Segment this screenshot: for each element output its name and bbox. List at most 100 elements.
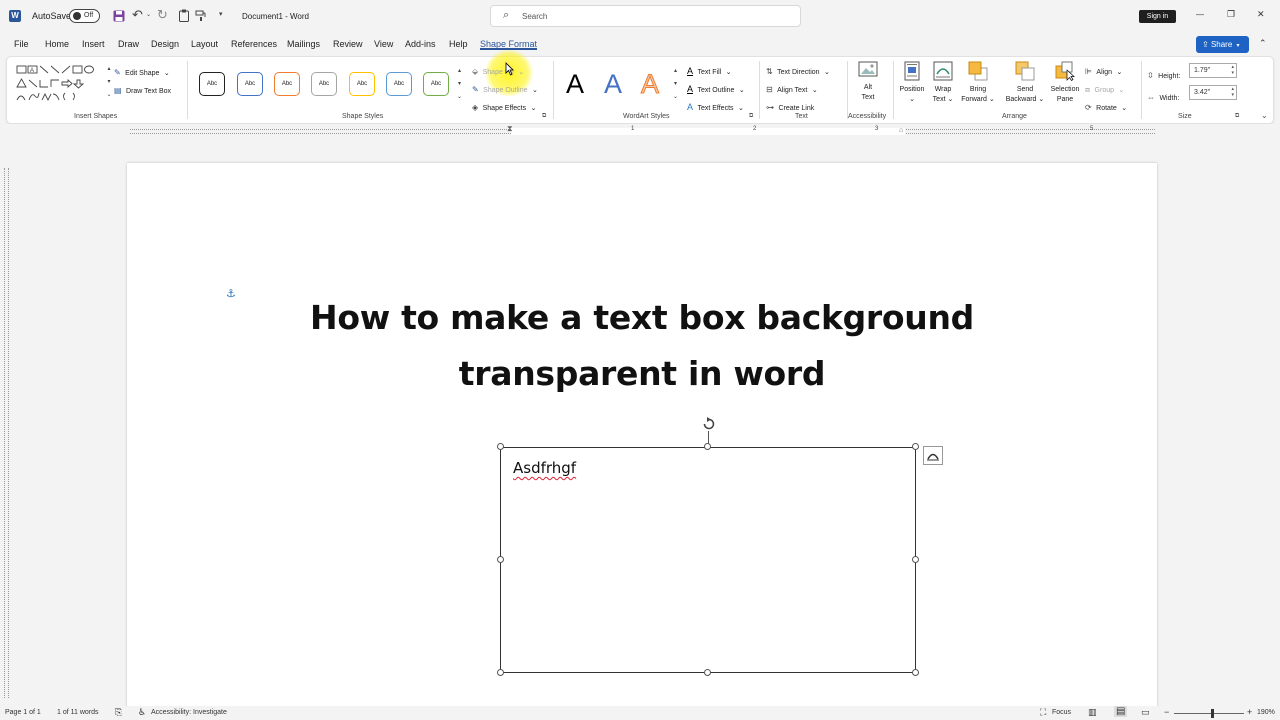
shape-styles-launcher-icon[interactable]: ⧉ [542, 113, 546, 120]
paste-icon[interactable] [179, 9, 189, 22]
tab-view[interactable]: View [374, 39, 393, 49]
shape-style-6[interactable]: Abc [386, 72, 412, 96]
height-input[interactable]: 1.79" ▴ ▾ [1189, 63, 1237, 78]
size-launcher-icon[interactable]: ⧉ [1235, 113, 1239, 120]
shapes-scroll[interactable]: ▴ ▾ ⌄ [106, 63, 112, 105]
tab-insert[interactable]: Insert [82, 39, 105, 49]
zoom-level[interactable]: 190% [1257, 709, 1275, 716]
shape-style-3[interactable]: Abc [274, 72, 300, 96]
shape-style-5[interactable]: Abc [349, 72, 375, 96]
wordart-launcher-icon[interactable]: ⧉ [749, 113, 753, 120]
restore-icon[interactable]: ❐ [1227, 9, 1235, 20]
zoom-slider[interactable] [1174, 709, 1244, 718]
autosave-toggle[interactable]: Off [69, 9, 100, 23]
tab-help[interactable]: Help [449, 39, 468, 49]
undo-dropdown-icon[interactable]: ⌄ [146, 11, 151, 18]
shape-style-7[interactable]: Abc [423, 72, 449, 96]
word-count[interactable]: 1 of 11 words [57, 709, 99, 716]
resize-handle-bottom-middle[interactable] [704, 669, 711, 676]
align-text-button[interactable]: ⊟ Align Text ⌄ [766, 79, 818, 97]
text-box-icon: ▤ [114, 86, 122, 95]
read-mode-icon[interactable]: ▥ [1088, 707, 1097, 718]
focus-icon[interactable]: ⛶ [1040, 707, 1046, 718]
search-box[interactable]: ⌕ Search [490, 5, 801, 27]
resize-handle-top-left[interactable] [497, 443, 504, 450]
text-box[interactable] [500, 447, 916, 673]
tab-home[interactable]: Home [45, 39, 69, 49]
collapse-ribbon-icon[interactable]: ⌃ [1259, 38, 1267, 49]
group-button[interactable]: ⧈ Group ⌄ [1085, 79, 1124, 97]
save-icon[interactable] [113, 10, 125, 22]
rotate-button[interactable]: ⟳ Rotate ⌄ [1085, 97, 1127, 115]
share-button[interactable]: ⇪ Share ▾ [1196, 36, 1249, 53]
shape-style-2[interactable]: Abc [237, 72, 263, 96]
tab-add-ins[interactable]: Add-ins [405, 39, 436, 49]
selection-pane-button[interactable]: Selection Pane [1047, 61, 1083, 105]
minimize-icon[interactable]: — [1196, 10, 1204, 19]
text-effects-button[interactable]: A Text Effects ⌄ [687, 97, 744, 115]
resize-handle-top-middle[interactable] [704, 443, 711, 450]
resize-handle-middle-right[interactable] [912, 556, 919, 563]
redo-icon[interactable]: ↻ [157, 7, 168, 23]
tab-file[interactable]: File [14, 39, 29, 49]
shape-style-4[interactable]: Abc [311, 72, 337, 96]
shapes-gallery[interactable]: A [15, 63, 107, 105]
send-backward-label-1: Send [1016, 86, 1034, 93]
ribbon-collapse-icon[interactable]: ⌄ [1261, 111, 1268, 120]
customize-qat-icon[interactable]: ▾ [219, 10, 223, 18]
tab-review[interactable]: Review [333, 39, 363, 49]
group-label: Group [1094, 87, 1115, 94]
resize-handle-top-right[interactable] [912, 443, 919, 450]
web-layout-icon[interactable]: ▭ [1141, 707, 1150, 718]
text-fill-button[interactable]: A Text Fill ⌄ [687, 61, 732, 79]
layout-options-button[interactable] [923, 446, 943, 465]
wordart-style-1[interactable]: A [566, 69, 584, 99]
document-heading[interactable]: How to make a text box background transp… [127, 290, 1157, 402]
position-button[interactable]: Position ⌄ [898, 61, 926, 105]
text-box-content[interactable]: Asdfrhgf [513, 459, 576, 477]
close-icon[interactable]: ✕ [1257, 9, 1265, 20]
rotate-handle-icon[interactable] [701, 416, 717, 432]
tab-draw[interactable]: Draw [118, 39, 139, 49]
resize-handle-bottom-left[interactable] [497, 669, 504, 676]
edit-shape-button[interactable]: ✎ Edit Shape ⌄ [114, 62, 170, 80]
zoom-out-icon[interactable]: − [1164, 707, 1169, 717]
undo-icon[interactable]: ↶ [132, 7, 143, 23]
tab-layout[interactable]: Layout [191, 39, 218, 49]
resize-handle-middle-left[interactable] [497, 556, 504, 563]
alt-text-button[interactable]: Alt Text [854, 61, 882, 103]
tab-references[interactable]: References [231, 39, 277, 49]
resize-handle-bottom-right[interactable] [912, 669, 919, 676]
zoom-in-icon[interactable]: + [1247, 707, 1252, 717]
zoom-slider-thumb[interactable] [1211, 709, 1214, 718]
page-count[interactable]: Page 1 of 1 [5, 709, 41, 716]
accessibility-status[interactable]: Accessibility: Investigate [151, 709, 227, 716]
wordart-scroll[interactable]: ▴ ▾ ⌄ [672, 65, 679, 105]
shape-style-1[interactable]: Abc [199, 72, 225, 96]
shape-fill-button[interactable]: ⬙ Shape Fill ⌄ [472, 61, 524, 79]
width-input[interactable]: 3.42" ▴ ▾ [1189, 85, 1237, 100]
focus-label[interactable]: Focus [1052, 709, 1071, 716]
align-button[interactable]: ⊫ Align ⌄ [1085, 61, 1122, 79]
text-direction-button[interactable]: ⇅ Text Direction ⌄ [766, 61, 830, 79]
format-painter-icon[interactable] [195, 10, 207, 22]
wordart-style-2[interactable]: A [604, 69, 622, 99]
tab-design[interactable]: Design [151, 39, 179, 49]
tab-mailings[interactable]: Mailings [287, 39, 320, 49]
width-spinner-icon[interactable]: ▴ ▾ [1231, 86, 1234, 98]
wrap-text-button[interactable]: Wrap Text ⌄ [929, 61, 957, 105]
shape-outline-button[interactable]: ✎ Shape Outline ⌄ [472, 79, 538, 97]
draw-text-box-button[interactable]: ▤ Draw Text Box [114, 80, 171, 98]
height-spinner-icon[interactable]: ▴ ▾ [1231, 64, 1234, 76]
send-backward-button[interactable]: Send Backward ⌄ [1004, 61, 1046, 105]
sign-in-button[interactable]: Sign in [1139, 10, 1176, 23]
shape-styles-scroll[interactable]: ▴ ▾ ⌄ [456, 65, 463, 105]
right-indent-marker-icon[interactable]: ⌂ [899, 127, 903, 134]
proofing-icon[interactable]: ⎘ [115, 707, 122, 718]
indent-marker-icon[interactable]: ⧗ [507, 124, 513, 134]
text-outline-button[interactable]: A Text Outline ⌄ [687, 79, 745, 97]
wordart-style-3[interactable]: A [640, 69, 659, 100]
print-layout-icon[interactable]: ▤ [1114, 706, 1128, 717]
bring-forward-button[interactable]: Bring Forward ⌄ [960, 61, 996, 105]
shape-effects-button[interactable]: ◈ Shape Effects ⌄ [472, 97, 536, 115]
